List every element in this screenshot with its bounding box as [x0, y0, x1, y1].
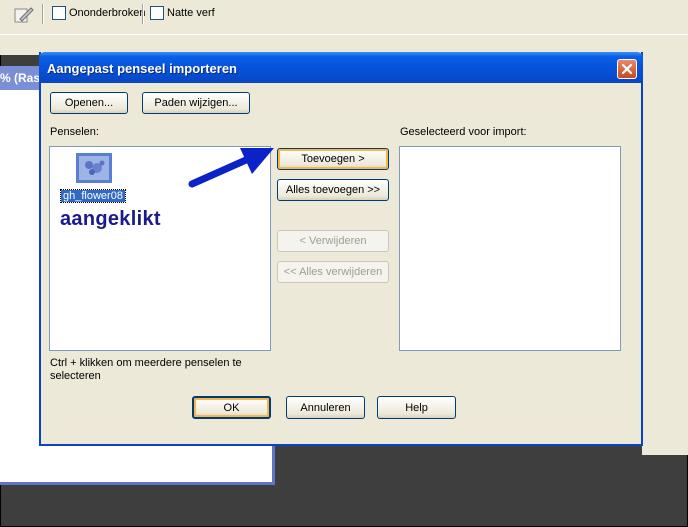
brushes-label: Penselen: — [50, 126, 99, 138]
add-button[interactable]: Toevoegen > — [277, 148, 389, 170]
annotation-arrow-icon — [188, 148, 274, 188]
open-button[interactable]: Openen... — [50, 92, 128, 114]
checkbox-box[interactable] — [52, 6, 66, 20]
flower-brush-icon — [79, 156, 109, 180]
toolbar-separator — [42, 4, 44, 24]
close-button[interactable] — [617, 59, 637, 79]
add-all-button[interactable]: Alles toevoegen >> — [277, 179, 389, 201]
checkbox-box[interactable] — [150, 6, 164, 20]
brush-name: gh_flower08 — [60, 189, 126, 203]
document-title: % (Ras — [0, 71, 41, 85]
help-button[interactable]: Help — [377, 396, 456, 419]
toolbar-separator — [142, 4, 144, 24]
wet-paint-label: Natte verf — [167, 7, 215, 19]
ok-button[interactable]: OK — [192, 396, 271, 419]
dialog-title: Aangepast penseel importeren — [47, 61, 237, 76]
remove-button[interactable]: < Verwijderen — [277, 230, 389, 252]
edit-paths-button[interactable]: Paden wijzigen... — [142, 92, 250, 114]
continuous-checkbox[interactable]: Ononderbroken — [52, 6, 145, 20]
brush-thumbnail[interactable] — [76, 153, 112, 183]
annotation-clicked: aangeklikt — [60, 208, 161, 230]
workspace-panel — [642, 55, 688, 455]
selected-for-import-label: Geselecteerd voor import: — [400, 126, 527, 138]
remove-all-button[interactable]: << Alles verwijderen — [277, 261, 389, 283]
brush-tool-icon[interactable] — [12, 5, 34, 25]
multi-select-hint: Ctrl + klikken om meerdere penselen te s… — [50, 357, 242, 382]
cancel-button[interactable]: Annuleren — [286, 396, 365, 419]
close-icon — [621, 63, 633, 75]
tool-options-toolbar: Ononderbroken Natte verf — [0, 0, 688, 35]
selected-for-import-list[interactable] — [399, 146, 621, 351]
import-brush-dialog: Aangepast penseel importeren Openen... P… — [39, 52, 643, 446]
wet-paint-checkbox[interactable]: Natte verf — [150, 6, 215, 20]
continuous-label: Ononderbroken — [69, 7, 146, 19]
dialog-titlebar[interactable]: Aangepast penseel importeren — [39, 52, 643, 83]
